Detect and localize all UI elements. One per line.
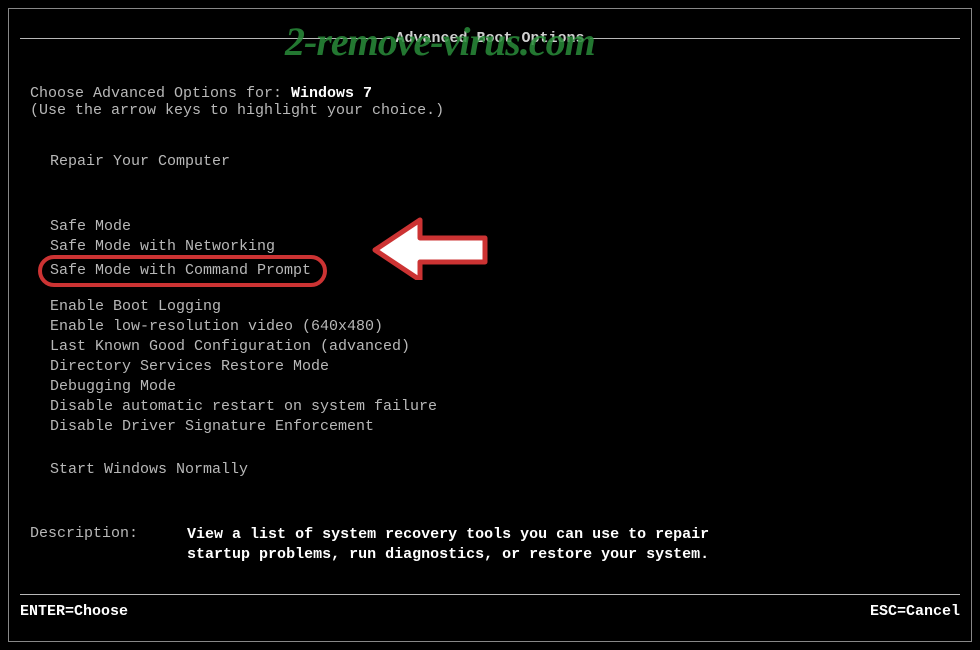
- option-last-known-good[interactable]: Last Known Good Configuration (advanced): [50, 337, 437, 357]
- section-start-normally: Start Windows Normally: [50, 460, 248, 480]
- option-safe-mode-networking[interactable]: Safe Mode with Networking: [50, 237, 327, 257]
- option-disable-auto-restart[interactable]: Disable automatic restart on system fail…: [50, 397, 437, 417]
- footer-bar: ENTER=Choose ESC=Cancel: [20, 594, 960, 620]
- description-block: Description: View a list of system recov…: [30, 525, 709, 565]
- intro-hint: (Use the arrow keys to highlight your ch…: [30, 102, 444, 119]
- section-advanced-options: Enable Boot Logging Enable low-resolutio…: [50, 297, 437, 437]
- intro-prefix: Choose Advanced Options for:: [30, 85, 291, 102]
- description-line1: View a list of system recovery tools you…: [187, 526, 709, 543]
- intro-block: Choose Advanced Options for: Windows 7 (…: [30, 85, 444, 119]
- section-safe-modes: Safe Mode Safe Mode with Networking Safe…: [50, 217, 327, 287]
- footer-esc-hint: ESC=Cancel: [870, 603, 960, 620]
- description-label: Description:: [30, 525, 138, 542]
- option-disable-driver-signature[interactable]: Disable Driver Signature Enforcement: [50, 417, 437, 437]
- intro-os-name: Windows 7: [291, 85, 372, 102]
- option-boot-logging[interactable]: Enable Boot Logging: [50, 297, 437, 317]
- option-directory-services-restore[interactable]: Directory Services Restore Mode: [50, 357, 437, 377]
- option-safe-mode-command-prompt[interactable]: Safe Mode with Command Prompt: [38, 255, 327, 287]
- footer-enter-hint: ENTER=Choose: [20, 603, 128, 620]
- pointer-arrow-icon: [365, 210, 495, 285]
- option-start-windows-normally[interactable]: Start Windows Normally: [50, 460, 248, 480]
- header-divider-right: [590, 38, 960, 39]
- option-low-resolution[interactable]: Enable low-resolution video (640x480): [50, 317, 437, 337]
- footer-divider: [20, 594, 960, 595]
- description-text: View a list of system recovery tools you…: [187, 525, 709, 565]
- option-safe-mode[interactable]: Safe Mode: [50, 217, 327, 237]
- section-repair: Repair Your Computer: [50, 152, 230, 172]
- option-debugging-mode[interactable]: Debugging Mode: [50, 377, 437, 397]
- option-repair-computer[interactable]: Repair Your Computer: [50, 152, 230, 172]
- description-line2: startup problems, run diagnostics, or re…: [187, 546, 709, 563]
